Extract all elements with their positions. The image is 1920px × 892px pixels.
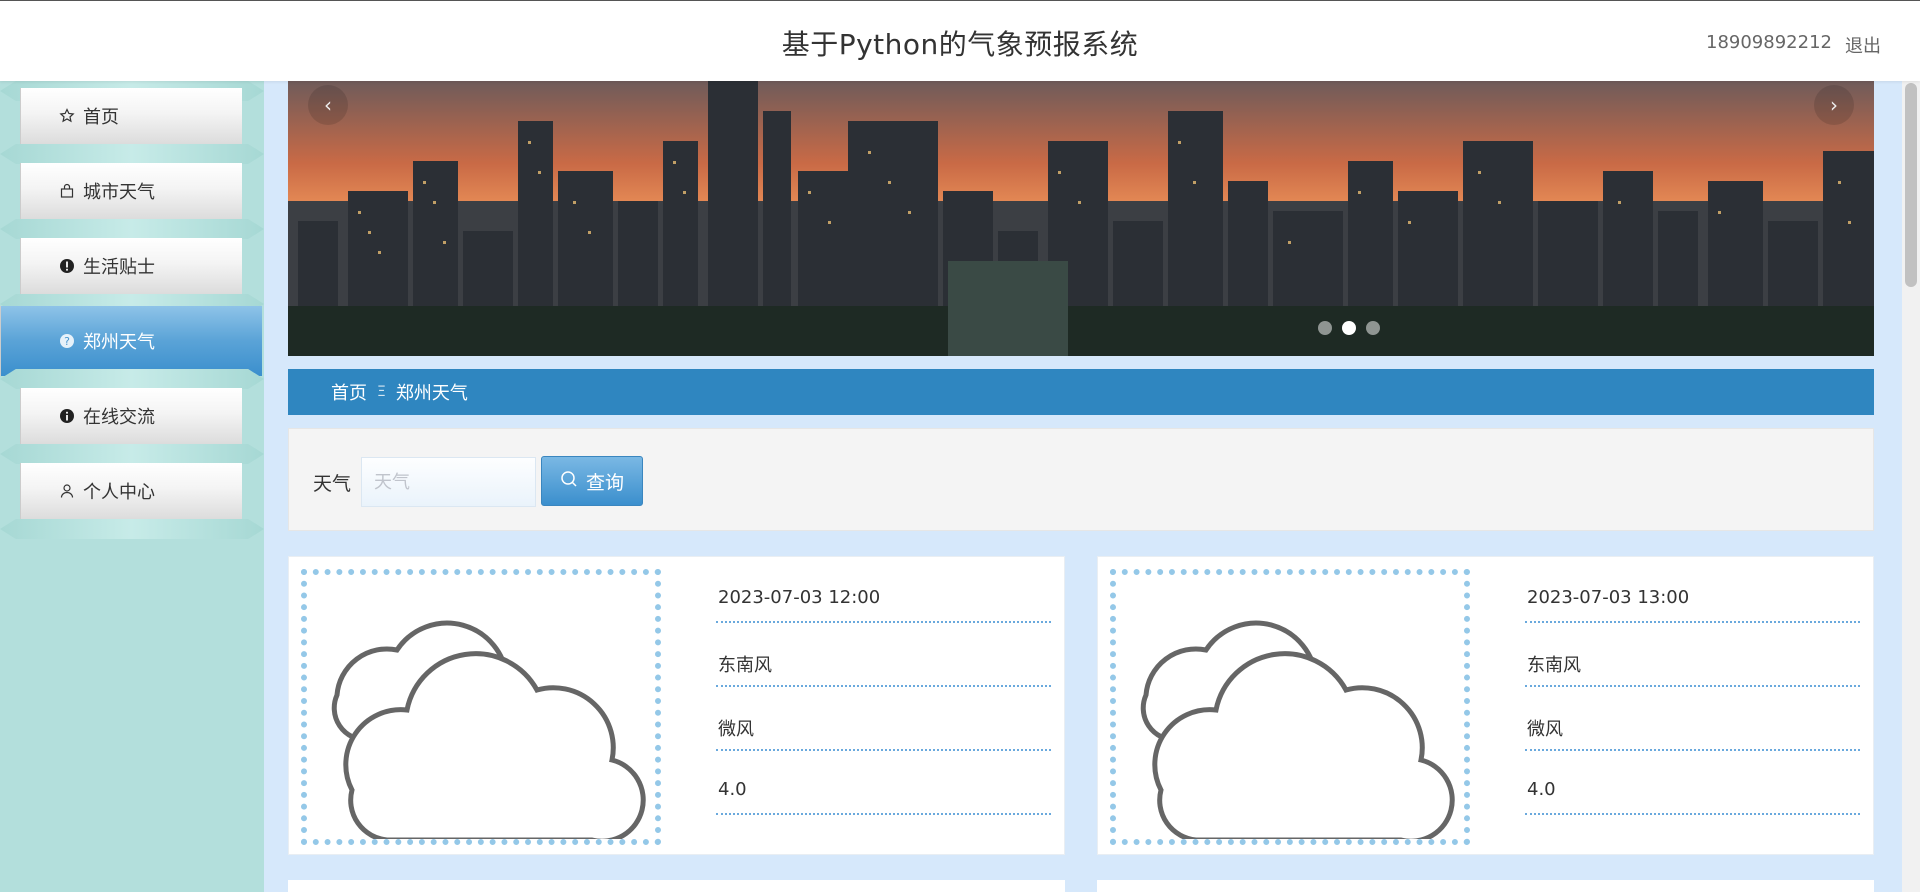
search-panel: 天气 查询 [288,428,1874,531]
sidebar-item-life-tips[interactable]: 生活贴士 [20,238,242,294]
star-icon [59,108,75,124]
search-button[interactable]: 查询 [541,456,643,506]
carousel-next-button[interactable]: › [1814,85,1854,125]
nav-separator [0,369,264,389]
city-skyline-image [288,81,1874,356]
search-icon [560,470,578,493]
carousel-prev-button[interactable]: ‹ [308,85,348,125]
weather-value: 4.0 [716,767,1051,815]
sidebar: 首页 城市天气 生活贴士 ? 郑州天气 在线交流 个人中心 [0,81,264,892]
carousel-dot[interactable] [1366,321,1380,335]
weather-value: 4.0 [1525,767,1860,815]
search-label: 天气 [313,473,352,495]
banner-carousel[interactable]: ‹ › [288,81,1874,356]
sidebar-item-label: 生活贴士 [83,257,155,278]
weather-card[interactable] [1097,880,1874,892]
wind-power: 微风 [716,703,1051,751]
sidebar-item-zhengzhou-weather[interactable]: ? 郑州天气 [0,306,262,376]
weather-card[interactable]: 2023-07-03 12:00 东南风 微风 4.0 [288,556,1065,855]
sidebar-item-profile[interactable]: 个人中心 [20,463,242,519]
sidebar-item-label: 在线交流 [83,407,155,428]
sidebar-item-label: 郑州天气 [83,332,155,353]
sidebar-item-label: 城市天气 [83,182,155,203]
weather-card[interactable] [288,880,1065,892]
sidebar-item-label: 个人中心 [83,482,155,503]
breadcrumb-separator-icon: Ξ [377,384,386,400]
sidebar-item-label: 首页 [83,107,119,128]
forecast-time: 2023-07-03 13:00 [1525,575,1860,623]
carousel-dot[interactable] [1318,321,1332,335]
question-icon: ? [59,333,75,349]
search-button-label: 查询 [585,471,624,494]
forecast-time: 2023-07-03 12:00 [716,575,1051,623]
page-scrollbar[interactable] [1902,81,1920,892]
nav-separator [0,519,264,539]
carousel-indicators [1318,321,1380,335]
logout-button[interactable]: 退出 [1845,32,1881,58]
cloudy-icon [301,569,661,845]
info-icon [59,408,75,424]
site-title: 基于Python的气象预报系统 [781,28,1139,61]
weather-search-input[interactable] [361,457,536,507]
svg-text:?: ? [64,335,70,348]
sidebar-item-city-weather[interactable]: 城市天气 [20,163,242,219]
top-header: 基于Python的气象预报系统 18909892212 退出 [0,0,1920,81]
breadcrumb-home[interactable]: 首页 [331,379,367,405]
nav-separator [0,444,264,464]
bag-icon [59,183,75,199]
scrollbar-thumb[interactable] [1905,83,1917,287]
wind-power: 微风 [1525,703,1860,751]
weather-card[interactable]: 2023-07-03 13:00 东南风 微风 4.0 [1097,556,1874,855]
cloudy-icon [1110,569,1470,845]
user-icon [59,483,75,499]
breadcrumb-current: 郑州天气 [395,383,468,404]
sidebar-item-online-chat[interactable]: 在线交流 [20,388,242,444]
nav-separator [0,219,264,239]
exclamation-icon [59,258,75,274]
wind-direction: 东南风 [1525,639,1860,687]
wind-direction: 东南风 [716,639,1051,687]
breadcrumb: 首页 Ξ 郑州天气 [288,369,1874,415]
carousel-dot-active[interactable] [1342,321,1356,335]
nav-separator [0,144,264,164]
sidebar-item-home[interactable]: 首页 [20,88,242,144]
user-account[interactable]: 18909892212 [1706,32,1832,53]
